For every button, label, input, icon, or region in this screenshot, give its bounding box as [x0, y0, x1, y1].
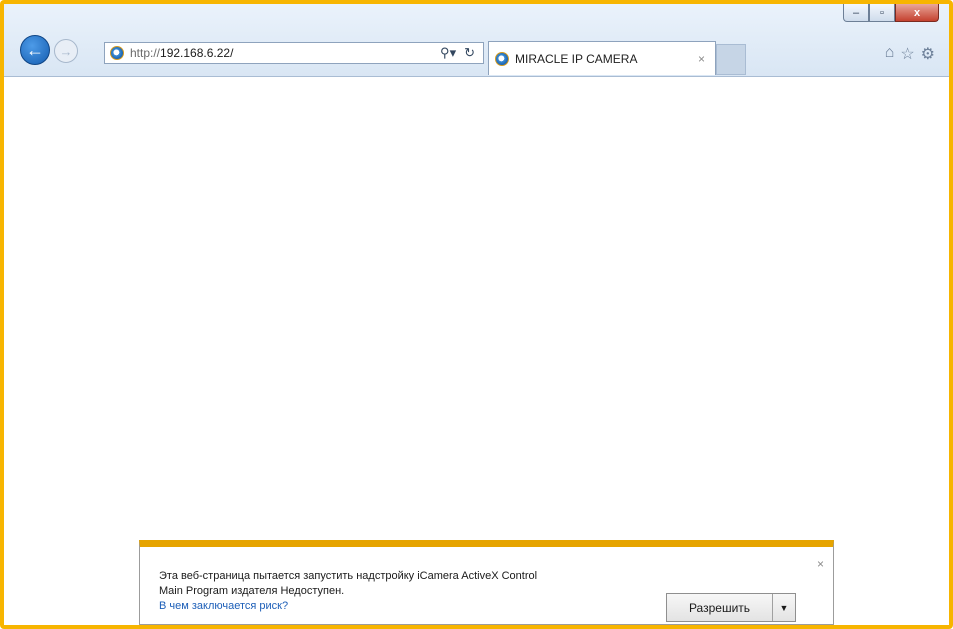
allow-button[interactable]: Разрешить ▼ — [666, 593, 796, 622]
arrow-left-icon: ← — [26, 39, 44, 60]
address-bar[interactable]: http://192.168.6.22/ ⚲▾ ↻ — [104, 42, 484, 64]
back-button[interactable]: ← — [20, 35, 50, 65]
notification-line-2: Main Program издателя Недоступен. — [159, 585, 345, 597]
risk-info-link[interactable]: В чем заключается риск? — [159, 599, 659, 614]
tab-close-icon[interactable]: × — [698, 52, 705, 66]
minimize-button[interactable]: – — [843, 4, 869, 22]
gear-icon[interactable]: ⚙ — [921, 44, 935, 64]
browser-window: – ▫ x ← → http://192.168.6.22/ ⚲▾ ↻ MIRA… — [0, 0, 953, 629]
notification-close-icon[interactable]: × — [817, 557, 824, 571]
home-icon[interactable]: ⌂ — [885, 44, 895, 64]
tab-miracle-ip-camera[interactable]: MIRACLE IP CAMERA × — [488, 41, 716, 75]
forward-button[interactable]: → — [54, 39, 78, 63]
notification-line-1: Эта веб-страница пытается запустить надс… — [159, 570, 538, 582]
arrow-right-icon: → — [59, 43, 73, 59]
url-protocol: http:// — [130, 46, 161, 60]
browser-toolbar: – ▫ x ← → http://192.168.6.22/ ⚲▾ ↻ MIRA… — [4, 4, 949, 77]
toolbar-icons: ⌂ ☆ ⚙ — [885, 44, 935, 64]
new-tab-button[interactable] — [716, 44, 746, 75]
window-controls: – ▫ x — [843, 4, 939, 22]
activex-notification-bar: Эта веб-страница пытается запустить надс… — [139, 540, 834, 625]
refresh-icon[interactable]: ↻ — [464, 45, 475, 61]
notification-message: Эта веб-страница пытается запустить надс… — [159, 569, 659, 614]
allow-button-label[interactable]: Разрешить — [667, 594, 773, 621]
ie-page-icon — [110, 46, 124, 60]
star-icon[interactable]: ☆ — [900, 44, 914, 64]
restore-button[interactable]: ▫ — [869, 4, 895, 22]
tab-title: MIRACLE IP CAMERA — [515, 51, 638, 66]
close-window-button[interactable]: x — [895, 4, 939, 22]
chevron-down-icon[interactable]: ▼ — [773, 594, 795, 621]
url-host: 192.168.6.22/ — [160, 46, 234, 60]
address-tools: ⚲▾ ↻ — [440, 45, 483, 61]
tab-favicon-icon — [495, 51, 509, 66]
search-icon[interactable]: ⚲▾ — [440, 45, 456, 61]
